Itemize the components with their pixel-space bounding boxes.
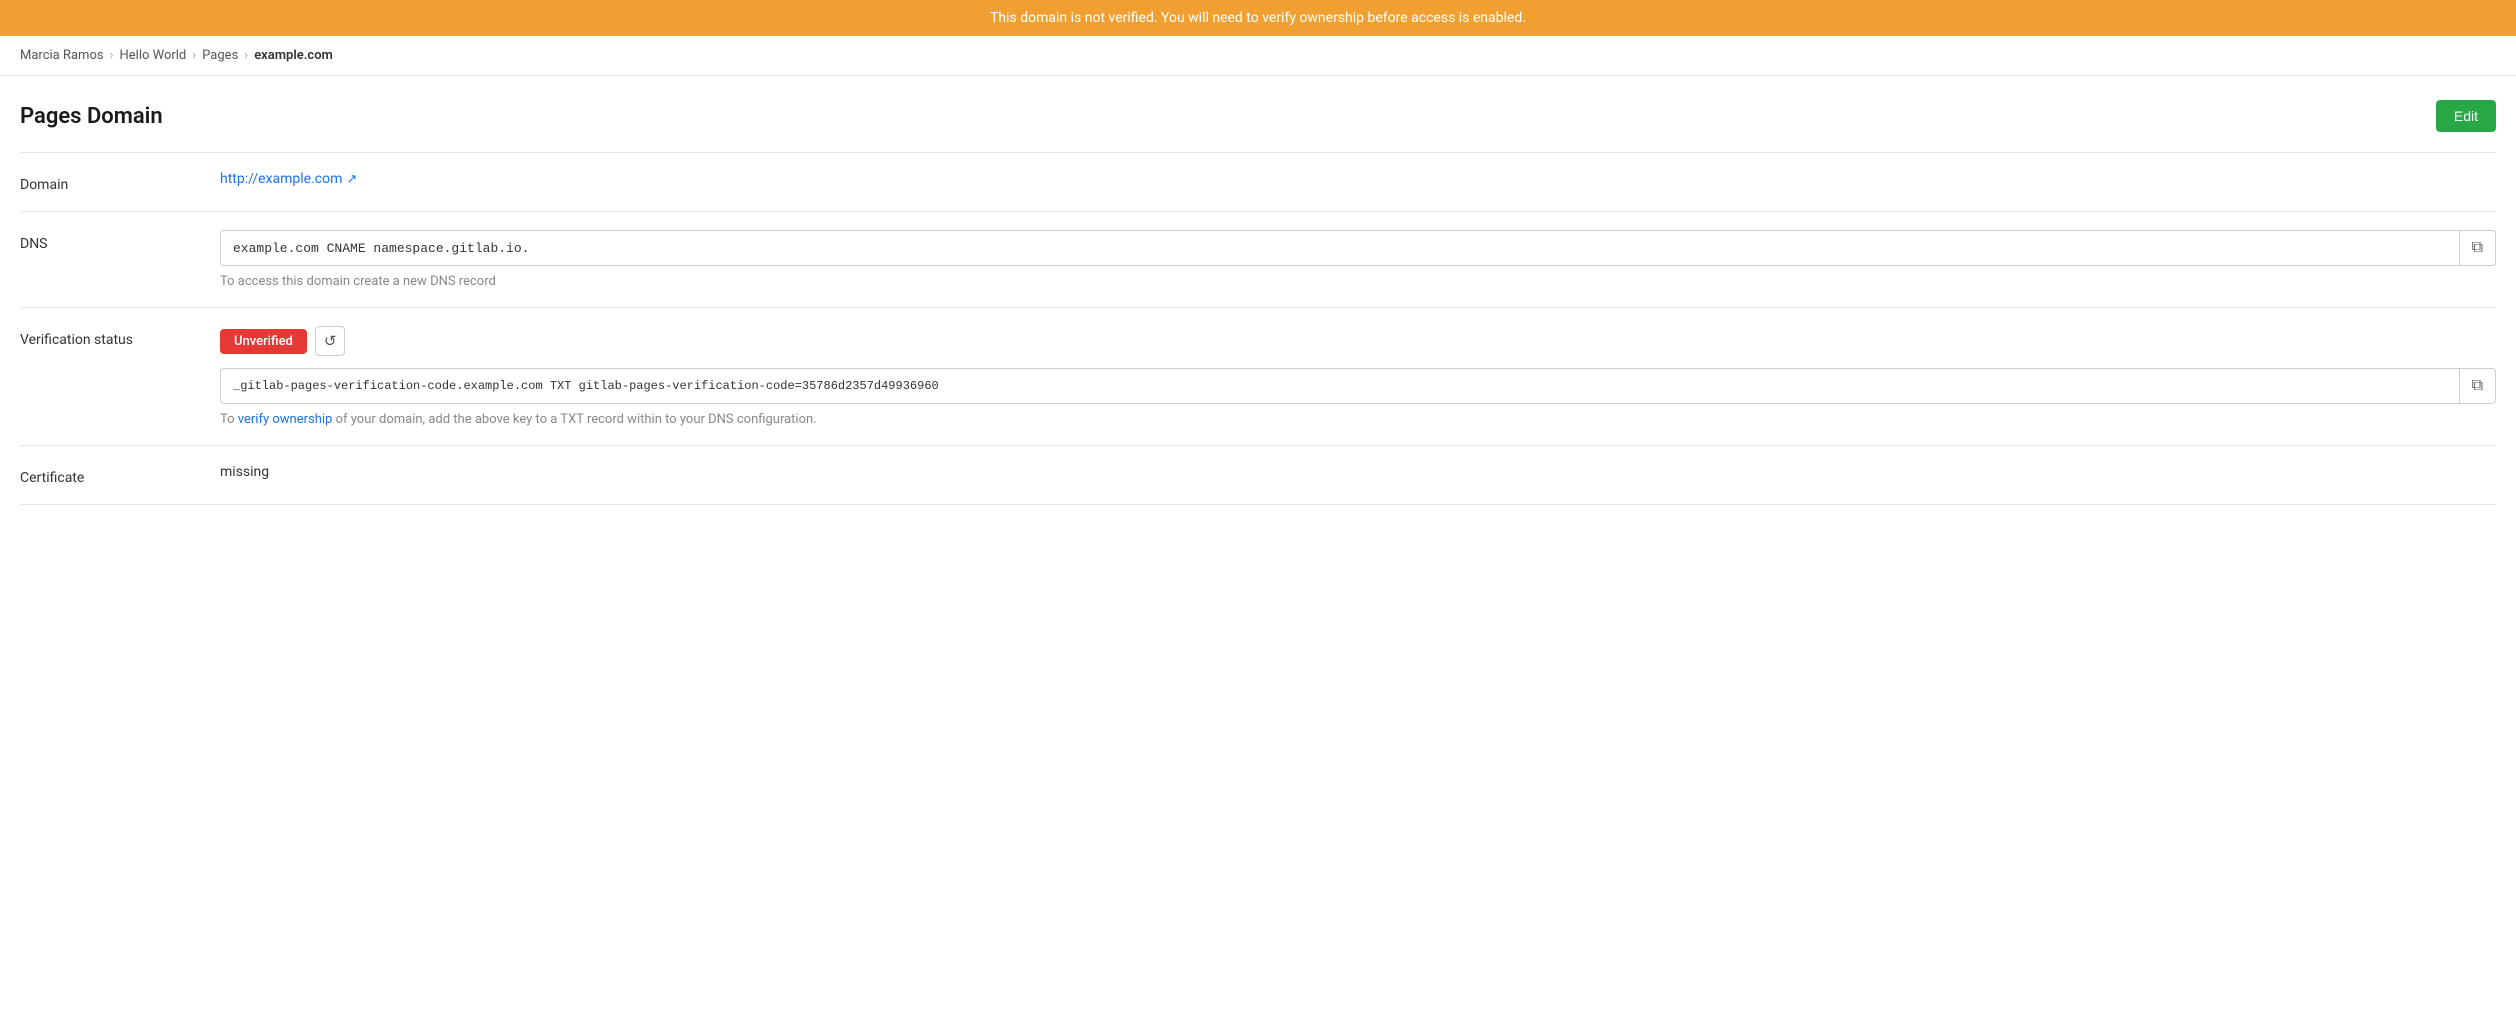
verification-row: Verification status Unverified ↺ ⧉ To ve… — [20, 308, 2496, 446]
breadcrumb: Marcia Ramos › Hello World › Pages › exa… — [0, 36, 2516, 76]
breadcrumb-separator-3: › — [244, 48, 248, 63]
verification-value-container: Unverified ↺ ⧉ To verify ownership of yo… — [220, 326, 2496, 427]
warning-banner: This domain is not verified. You will ne… — [0, 0, 2516, 36]
unverified-badge: Unverified — [220, 329, 307, 354]
breadcrumb-project[interactable]: Hello World — [119, 48, 186, 63]
breadcrumb-section[interactable]: Pages — [202, 48, 238, 63]
verification-help-text: To verify ownership of your domain, add … — [220, 412, 2496, 427]
external-link-icon: ↗ — [346, 172, 357, 187]
certificate-status: missing — [220, 458, 269, 480]
domain-value: http://example.com ↗ — [220, 171, 2496, 187]
page-title: Pages Domain — [20, 104, 163, 129]
page-header: Pages Domain Edit — [20, 100, 2496, 132]
dns-value: ⧉ To access this domain create a new DNS… — [220, 230, 2496, 289]
breadcrumb-user[interactable]: Marcia Ramos — [20, 48, 104, 63]
verification-input-container: ⧉ — [220, 368, 2496, 404]
certificate-value: missing — [220, 464, 2496, 480]
verification-input[interactable] — [221, 371, 2459, 401]
dns-help-text: To access this domain create a new DNS r… — [220, 274, 2496, 289]
dns-row: DNS ⧉ To access this domain create a new… — [20, 212, 2496, 308]
dns-label: DNS — [20, 230, 200, 252]
status-container: Unverified ↺ — [220, 326, 2496, 356]
help-text-prefix: To — [220, 412, 235, 427]
banner-message: This domain is not verified. You will ne… — [990, 10, 1526, 26]
verify-ownership-link[interactable]: verify ownership — [238, 412, 333, 427]
refresh-button[interactable]: ↺ — [315, 326, 346, 356]
verification-label: Verification status — [20, 326, 200, 348]
breadcrumb-separator-1: › — [110, 48, 114, 63]
edit-button[interactable]: Edit — [2436, 100, 2496, 132]
help-text-suffix: of your domain, add the above key to a T… — [336, 412, 817, 427]
main-content: Pages Domain Edit Domain http://example.… — [0, 76, 2516, 529]
dns-input[interactable] — [221, 233, 2459, 264]
domain-link-text: http://example.com — [220, 171, 342, 187]
breadcrumb-separator-2: › — [192, 48, 196, 63]
certificate-label: Certificate — [20, 464, 200, 486]
domain-row: Domain http://example.com ↗ — [20, 153, 2496, 212]
dns-copy-button[interactable]: ⧉ — [2459, 231, 2495, 265]
domain-label: Domain — [20, 171, 200, 193]
table-section: Domain http://example.com ↗ DNS ⧉ To acc… — [20, 152, 2496, 505]
certificate-row: Certificate missing — [20, 446, 2496, 505]
breadcrumb-current: example.com — [254, 48, 333, 63]
dns-input-container: ⧉ — [220, 230, 2496, 266]
domain-link[interactable]: http://example.com ↗ — [220, 171, 357, 187]
verification-copy-button[interactable]: ⧉ — [2459, 369, 2495, 403]
